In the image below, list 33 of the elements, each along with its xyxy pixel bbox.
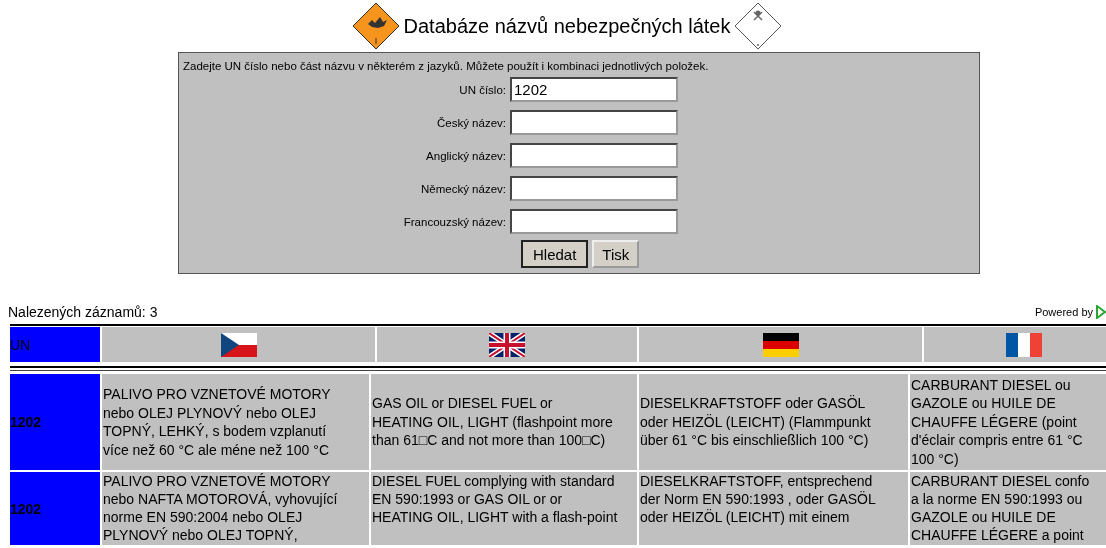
table-cell: GAS OIL or DIESEL FUEL or HEATING OIL, LIGHT (flashpoint more than 61□C and not more than 100□C) (371, 374, 637, 470)
powered-by-text: Powered by (1034, 306, 1093, 318)
input-field[interactable] (510, 110, 678, 135)
british-flag-icon (489, 332, 525, 357)
table-cell: PALIVO PRO VZNETOVÉ MOTORY nebo OLEJ PLYNOVÝ nebo OLEJ TOPNÝ, LEHKÝ, s bodem vzplanutí více než 60 °C ale méne než 100 °C (102, 374, 369, 470)
field-label: Německý název: (420, 182, 506, 195)
un-number-cell: 1202 (10, 472, 100, 545)
instruction-text: Zadejte UN číslo nebo část názvu v některém z jazyků. Můžete použít i kombinaci jednotlivých položek. (182, 59, 710, 74)
table-cell: CARBURANT DIESEL ou GAZOLE ou HUILE DE CHAUFFE LÉGERE (point d'éclair compris entre 61 °C 100 °C) (910, 374, 1106, 470)
table-cell: DIESEL FUEL complying with standard EN 590:1993 or GAS OIL or or HEATING OIL, LIGHT with a flash-point (371, 472, 637, 545)
german-flag-icon (762, 332, 799, 357)
french-flag-icon (1006, 332, 1042, 357)
table-cell: DIESELKRAFTSTOFF oder GASÖL oder HEIZÖL (LEICHT) (Flammpunkt über 61 °C bis einschließlich 100 °C) (639, 374, 908, 470)
input-field[interactable] (510, 176, 678, 201)
un-column-header: UN (10, 327, 100, 362)
field-label: UN číslo: (458, 83, 506, 96)
table-cell: CARBURANT DIESEL confo a la norme EN 590:1993 ou GAZOLE ou HUILE DE CHAUFFE LÉGERE a point (910, 472, 1106, 545)
table-cell: PALIVO PRO VZNETOVÉ MOTORY nebo NAFTA MOTOROVÁ, vyhovující norme EN 590:2004 nebo OLEJ PLYNOVÝ nebo OLEJ TOPNÝ, (102, 472, 369, 545)
un-number-cell: 1202 (10, 374, 100, 470)
logo-icon (1096, 305, 1106, 319)
field-label: Český název: (435, 116, 506, 129)
input-field[interactable]: 1202 (510, 77, 678, 102)
input-field[interactable] (510, 209, 678, 234)
field-label: Anglický název: (425, 149, 506, 162)
page-title: Databáze názvů nebezpečných látek (403, 14, 731, 38)
explosive-hazard-icon (351, 2, 400, 50)
form-button[interactable]: Hledat (521, 240, 589, 268)
field-label: Francouzský název: (402, 215, 506, 228)
table-cell: DIESELKRAFTSTOFF, entsprechend der Norm EN 590:1993 , oder GASÖL oder HEIZÖL (LEICHT) mit einem (639, 472, 908, 545)
result-count: Nalezených záznamů: 3 (8, 304, 158, 320)
form-button[interactable]: Tisk (592, 240, 640, 268)
czech-flag-icon (220, 332, 257, 357)
input-field[interactable] (510, 143, 678, 168)
